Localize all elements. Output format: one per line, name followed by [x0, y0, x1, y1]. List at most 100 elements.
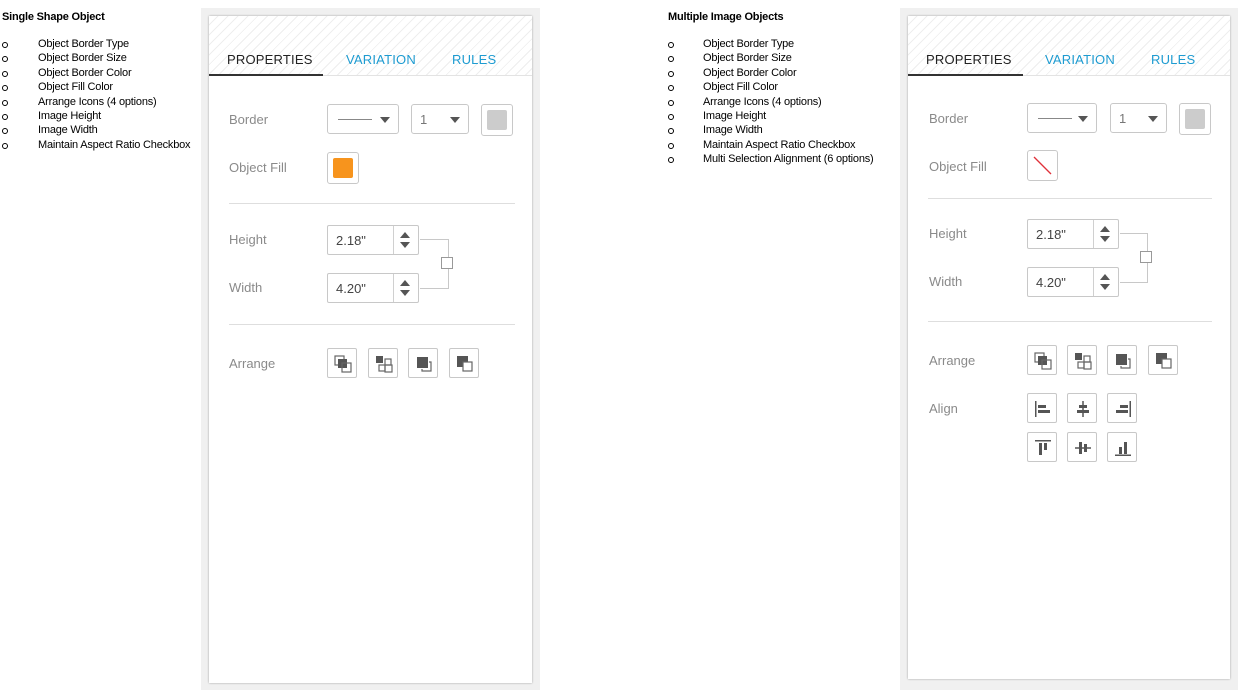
bullet-icon [668, 70, 674, 77]
properties-panel-single: PROPERTIES VARIATION RULES Border 1 Obje… [209, 16, 532, 683]
bullet-icon [668, 142, 674, 149]
chevron-down-icon [1078, 116, 1088, 122]
bring-forward-button[interactable] [368, 348, 398, 378]
border-line-preview [338, 119, 372, 120]
list-item: Maintain Aspect Ratio Checkbox [668, 138, 898, 152]
align-left-icon [1035, 401, 1050, 417]
border-type-dropdown[interactable] [1027, 103, 1097, 133]
tab-variation[interactable]: VARIATION [1045, 52, 1115, 67]
section-divider [229, 203, 515, 204]
tab-rules[interactable]: RULES [1151, 52, 1195, 67]
list-item: Object Fill Color [2, 80, 202, 94]
bullet-icon [668, 56, 674, 63]
bullet-icon [2, 128, 8, 135]
border-label: Border [229, 112, 269, 127]
arrange-label: Arrange [929, 353, 976, 368]
chevron-down-icon [450, 117, 460, 123]
align-right-icon [1116, 401, 1131, 417]
width-stepper[interactable]: 4.20" [327, 273, 419, 303]
active-tab-indicator [209, 74, 323, 76]
align-left-button[interactable] [1027, 393, 1057, 423]
increment-arrow-icon[interactable] [400, 280, 410, 286]
section-divider [229, 324, 515, 325]
bring-to-front-icon [1034, 352, 1052, 370]
align-top-button[interactable] [1027, 432, 1057, 462]
decrement-arrow-icon[interactable] [1100, 284, 1110, 290]
bullet-icon [668, 42, 674, 48]
section-divider [928, 321, 1212, 322]
left-notes: Single Shape Object Object Border Type O… [2, 11, 202, 152]
width-stepper[interactable]: 4.20" [1027, 267, 1119, 297]
bullet-icon [668, 157, 674, 164]
align-middle-vertical-icon [1075, 442, 1091, 454]
height-value: 2.18" [1036, 227, 1066, 242]
notes-list: Object Border Type Object Border Size Ob… [668, 37, 898, 167]
send-backward-button[interactable] [1107, 345, 1137, 375]
border-size-dropdown[interactable]: 1 [411, 104, 469, 134]
tab-properties[interactable]: PROPERTIES [227, 52, 313, 67]
object-fill-button[interactable] [1027, 150, 1058, 181]
decrement-arrow-icon[interactable] [1100, 236, 1110, 242]
maintain-aspect-ratio-checkbox[interactable] [441, 257, 453, 269]
tab-bar: PROPERTIES VARIATION RULES [908, 16, 1230, 76]
bring-forward-button[interactable] [1067, 345, 1097, 375]
list-item: Multi Selection Alignment (6 options) [668, 152, 898, 166]
bullet-icon [2, 113, 8, 120]
border-color-button[interactable] [1179, 103, 1211, 135]
object-fill-button[interactable] [327, 152, 359, 184]
send-backward-button[interactable] [408, 348, 438, 378]
no-fill-icon [1033, 156, 1052, 175]
border-size-dropdown[interactable]: 1 [1110, 103, 1167, 133]
list-item: Maintain Aspect Ratio Checkbox [2, 138, 202, 152]
send-to-back-button[interactable] [449, 348, 479, 378]
border-size-value: 1 [420, 112, 428, 127]
bring-to-front-button[interactable] [327, 348, 357, 378]
object-fill-label: Object Fill [929, 159, 987, 174]
border-color-swatch [1185, 109, 1205, 129]
height-stepper-buttons [393, 226, 418, 254]
decrement-arrow-icon[interactable] [400, 242, 410, 248]
height-label: Height [929, 226, 967, 241]
right-notes: Multiple Image Objects Object Border Typ… [668, 11, 898, 167]
decrement-arrow-icon[interactable] [400, 290, 410, 296]
fill-color-swatch [333, 158, 353, 178]
object-fill-label: Object Fill [229, 160, 287, 175]
height-stepper[interactable]: 2.18" [327, 225, 419, 255]
notes-list: Object Border Type Object Border Size Ob… [2, 37, 202, 152]
bring-to-front-button[interactable] [1027, 345, 1057, 375]
border-color-swatch [487, 110, 507, 130]
increment-arrow-icon[interactable] [1100, 274, 1110, 280]
tab-properties[interactable]: PROPERTIES [926, 52, 1012, 67]
list-item: Object Border Size [668, 51, 898, 65]
width-stepper-buttons [393, 274, 418, 302]
tab-variation[interactable]: VARIATION [346, 52, 416, 67]
border-type-dropdown[interactable] [327, 104, 399, 134]
bullet-icon [668, 128, 674, 135]
tab-rules[interactable]: RULES [452, 52, 496, 67]
align-center-horizontal-button[interactable] [1067, 393, 1097, 423]
list-item: Image Height [2, 109, 202, 123]
list-item: Image Width [668, 123, 898, 137]
notes-title: Single Shape Object [2, 11, 105, 23]
align-middle-vertical-button[interactable] [1067, 432, 1097, 462]
bring-forward-icon [1075, 353, 1092, 370]
notes-title: Multiple Image Objects [668, 11, 784, 23]
align-top-icon [1035, 440, 1051, 455]
align-right-button[interactable] [1107, 393, 1137, 423]
increment-arrow-icon[interactable] [400, 232, 410, 238]
list-item: Image Height [668, 109, 898, 123]
send-to-back-button[interactable] [1148, 345, 1178, 375]
maintain-aspect-ratio-checkbox[interactable] [1140, 251, 1152, 263]
align-bottom-button[interactable] [1107, 432, 1137, 462]
chevron-down-icon [1148, 116, 1158, 122]
align-bottom-icon [1115, 442, 1131, 456]
border-color-button[interactable] [481, 104, 513, 136]
bullet-icon [2, 70, 8, 77]
height-stepper[interactable]: 2.18" [1027, 219, 1119, 249]
border-line-preview [1038, 118, 1072, 119]
width-value: 4.20" [336, 281, 366, 296]
bullet-icon [668, 85, 674, 92]
increment-arrow-icon[interactable] [1100, 226, 1110, 232]
list-item: Image Width [2, 123, 202, 137]
bullet-icon [2, 142, 8, 149]
